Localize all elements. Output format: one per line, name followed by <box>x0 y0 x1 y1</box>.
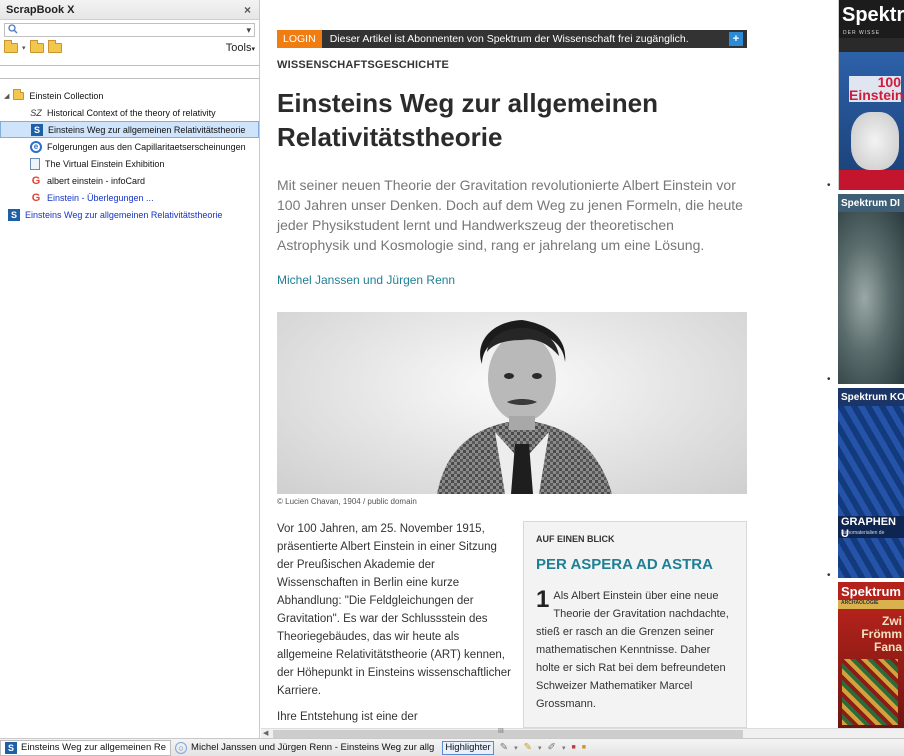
html-icon[interactable]: ■ <box>582 744 586 751</box>
chevron-down-icon[interactable]: ▾ <box>538 744 542 752</box>
tree-item[interactable]: S Einsteins Weg zur allgemeinen Relativi… <box>0 206 259 223</box>
spektrum-s-icon: S <box>5 741 17 754</box>
cover-title: Spektr <box>839 0 904 30</box>
cover-title: Spektrum DI <box>838 194 904 212</box>
box-number: 1 <box>536 586 550 613</box>
cover-headline: GRAPHEN U <box>838 516 904 540</box>
chevron-down-icon[interactable]: ▾ <box>22 44 26 52</box>
sz-icon: SZ <box>30 107 42 118</box>
google-g-icon: G <box>31 174 41 187</box>
status-tab-bar: S Einsteins Weg zur allgemeinen Re ○ Mic… <box>0 738 904 756</box>
close-icon[interactable]: × <box>244 3 251 17</box>
dom-icon[interactable]: ■ <box>571 744 575 751</box>
magazine-cover[interactable]: Spektrum DI <box>838 194 904 384</box>
cover-headline: 100Einsteins <box>849 74 904 103</box>
box-kicker: AUF EINEN BLICK <box>536 534 615 544</box>
magazine-cover[interactable]: Spektr DER WISSE 100Einsteins <box>838 0 904 190</box>
article-body-continued: Ihre Entstehung ist eine der <box>277 711 418 723</box>
new-folder-icon[interactable] <box>4 40 18 53</box>
search-input[interactable]: ▾ <box>4 23 255 37</box>
horizontal-scrollbar[interactable]: ◀ III <box>261 728 904 738</box>
eraser-icon[interactable]: ✎ <box>500 742 508 753</box>
photo-credit: © Lucien Chavan, 1904 / public domain <box>277 497 417 506</box>
article-kicker: WISSENSCHAFTSGESCHICHTE <box>277 59 450 71</box>
bullet: • <box>827 180 831 191</box>
summary-box: AUF EINEN BLICK PER ASPERA AD ASTRA 1 Als… <box>523 521 747 728</box>
cover-title: Spektrum <box>838 582 904 600</box>
page-icon <box>30 157 40 170</box>
bullet: • <box>827 570 831 581</box>
login-message: Dieser Artikel ist Abonnenten von Spektr… <box>329 33 689 45</box>
tree-item[interactable]: e Folgerungen aus den Capillaritaetsersc… <box>0 138 259 155</box>
magazine-covers: Spektr DER WISSE 100Einsteins Spektrum D… <box>838 0 904 728</box>
article: LOGIN Dieser Artikel ist Abonnenten von … <box>261 0 805 728</box>
google-g-icon: G <box>31 191 41 204</box>
scrapbook-sidebar: ScrapBook X × ▾ ▾ Tools▾ ◢ Einstein Coll… <box>0 0 260 738</box>
article-lead: Mit seiner neuen Theorie der Gravitation… <box>277 177 743 253</box>
bullet: • <box>827 374 831 385</box>
article-authors[interactable]: Michel Janssen und Jürgen Renn <box>277 273 455 287</box>
sidebar-title: ScrapBook X <box>6 3 75 16</box>
edge-e-icon: e <box>30 140 42 153</box>
cover-title: Spektrum KON <box>838 388 904 406</box>
tree-item[interactable]: SZ Historical Context of the theory of r… <box>0 104 259 121</box>
einstein-photo <box>277 312 747 494</box>
sidebar-toolbar: ▾ Tools▾ <box>0 37 259 59</box>
chevron-down-icon[interactable]: ▾ <box>562 744 566 752</box>
magazine-cover[interactable]: Spektrum ARCHÄOLOGIE Zwi Frömm Fana <box>838 582 904 728</box>
magazine-cover[interactable]: Spektrum KON GRAPHEN U Nanomaterialien d… <box>838 388 904 578</box>
highlighter-button[interactable]: Highlighter <box>442 740 494 755</box>
tree-item[interactable]: The Virtual Einstein Exhibition <box>0 155 259 172</box>
spektrum-s-icon: S <box>31 123 43 136</box>
article-body: Vor 100 Jahren, am 25. November 1915, pr… <box>277 523 511 697</box>
article-headline: Einsteins Weg zur allgemeinen Relativitä… <box>277 88 658 152</box>
browser-content: LOGIN Dieser Artikel ist Abonnenten von … <box>261 0 904 738</box>
search-dropdown-icon[interactable]: ▾ <box>246 25 251 36</box>
cover-sub: ARCHÄOLOGIE <box>838 600 904 609</box>
open-folder-icon[interactable] <box>29 40 44 53</box>
plus-icon[interactable]: + <box>729 32 743 46</box>
folder-tree-icon[interactable] <box>47 40 62 53</box>
folder-icon <box>12 88 24 102</box>
cover-sub: DER WISSE <box>839 30 904 38</box>
search-icon[interactable] <box>8 24 18 36</box>
globe-icon: ○ <box>175 741 188 754</box>
tree-view: ◢ Einstein Collection SZ Historical Cont… <box>0 87 259 223</box>
box-text: 1 Als Albert Einstein über eine neue Theo… <box>536 586 729 711</box>
tree-folder-einstein-collection[interactable]: ◢ Einstein Collection <box>0 87 259 104</box>
tree-item-selected[interactable]: S Einsteins Weg zur allgemeinen Relativi… <box>0 121 259 138</box>
chevron-down-icon[interactable]: ▾ <box>514 744 518 752</box>
scroll-left-icon[interactable]: ◀ <box>263 729 268 737</box>
login-button[interactable]: LOGIN <box>277 30 322 48</box>
cover-headline: Zwi Frömm Fana <box>861 614 902 654</box>
pen-icon[interactable]: ✎ <box>524 742 532 753</box>
expand-triangle-icon[interactable]: ◢ <box>4 92 9 100</box>
login-banner: LOGIN Dieser Artikel ist Abonnenten von … <box>277 30 747 48</box>
tree-item[interactable]: G albert einstein - infoCard <box>0 172 259 189</box>
sidebar-header: ScrapBook X × <box>0 0 259 20</box>
filter-field[interactable] <box>0 65 259 79</box>
brush-icon[interactable]: ✐ <box>548 742 556 753</box>
tree-item[interactable]: G Einstein - Überlegungen ... <box>0 189 259 206</box>
scrollbar-thumb[interactable]: III <box>273 728 743 738</box>
box-heading: PER ASPERA AD ASTRA <box>536 556 713 573</box>
tab-page[interactable]: ○ Michel Janssen und Jürgen Renn - Einst… <box>171 740 438 756</box>
spektrum-s-icon: S <box>8 208 20 221</box>
tools-menu[interactable]: Tools▾ <box>226 42 255 54</box>
tab-scrapbook[interactable]: S Einsteins Weg zur allgemeinen Re <box>0 739 172 756</box>
